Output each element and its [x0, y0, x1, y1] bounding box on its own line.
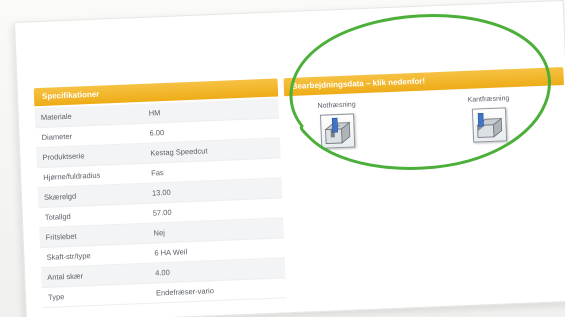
spec-value: HM: [148, 108, 161, 118]
slot-milling-button[interactable]: [319, 113, 356, 149]
spec-label: Produktserie: [42, 151, 85, 162]
spec-label: Materiale: [40, 111, 72, 122]
spec-value: Endefræser-vario: [155, 286, 215, 298]
spec-label: Skærelgd: [43, 191, 77, 202]
operation-label: Kantfræsning: [467, 95, 510, 104]
operation-label: Notfræsning: [317, 101, 356, 110]
photo-backdrop: Specifikationer Materiale HM Diameter 6.…: [0, 0, 565, 317]
edge-milling-icon: [476, 112, 503, 138]
spec-label: Hjørne/fuldradius: [43, 170, 101, 182]
spec-value: Kestag Speedcut: [150, 146, 208, 158]
spec-value: 13.00: [151, 187, 171, 198]
spec-value: Nej: [153, 228, 166, 238]
spec-value: 4.00: [155, 267, 170, 278]
spec-label: Fritslebet: [45, 231, 77, 242]
machining-operations: Notfræsning Kantfræsning: [284, 87, 559, 178]
operation-edge-milling: Kantfræsning: [448, 94, 530, 148]
spec-value: 6.00: [149, 128, 165, 138]
product-sheet: Specifikationer Materiale HM Diameter 6.…: [14, 0, 565, 317]
spec-label: Antal skær: [47, 271, 84, 282]
spec-value: 6 HA Weil: [154, 247, 188, 258]
spec-label: Type: [47, 292, 65, 302]
spec-label: Skaft-str/type: [46, 251, 91, 262]
spec-label: Diameter: [41, 131, 73, 142]
operation-slot-milling: Notfræsning: [297, 101, 379, 155]
spec-value: 57.00: [152, 207, 172, 218]
slot-milling-icon: [324, 117, 351, 144]
spec-label: Totallgd: [44, 211, 71, 222]
edge-milling-button[interactable]: [471, 107, 508, 143]
spec-value: Fas: [150, 168, 164, 178]
specifications-table: Materiale HM Diameter 6.00 Produktserie …: [34, 98, 287, 309]
